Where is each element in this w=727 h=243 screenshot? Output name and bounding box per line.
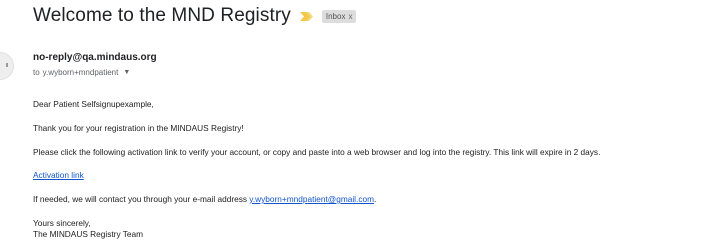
instructions-text: Please click the following activation li… (33, 147, 601, 157)
closing-text: Yours sincerely, (33, 218, 91, 228)
greeting-text: Dear Patient Selfsignupexample, (33, 99, 154, 109)
to-prefix: to (33, 68, 40, 77)
contact-line: If needed, we will contact you through y… (33, 194, 376, 204)
contact-suffix-text: . (374, 194, 377, 204)
importance-marker-icon[interactable] (299, 11, 315, 21)
thanks-text: Thank you for your registration in the M… (33, 123, 244, 133)
contact-email-link[interactable]: y.wyborn+mndpatient@gmail.com (249, 194, 374, 204)
avatar (0, 52, 14, 80)
chevron-down-icon[interactable]: ▼ (123, 69, 130, 76)
signature-text: The MINDAUS Registry Team (33, 229, 144, 239)
sender-address[interactable]: no-reply@qa.mindaus.org (33, 52, 157, 63)
recipient-address: y.wyborn+mndpatient (42, 68, 119, 77)
inbox-label-chip[interactable]: Inbox x (321, 9, 357, 23)
email-subject: Welcome to the MND Registry (33, 5, 291, 26)
contact-prefix-text: If needed, we will contact you through y… (33, 194, 250, 204)
recipient-row[interactable]: to y.wyborn+mndpatient ▼ (33, 68, 130, 77)
activation-link[interactable]: Activation link (33, 170, 84, 180)
remove-label-icon[interactable]: x (348, 12, 352, 21)
inbox-label-text: Inbox (325, 11, 346, 21)
activation-link-line: Activation link (33, 170, 84, 180)
email-header: Welcome to the MND Registry Inbox x (33, 5, 357, 27)
